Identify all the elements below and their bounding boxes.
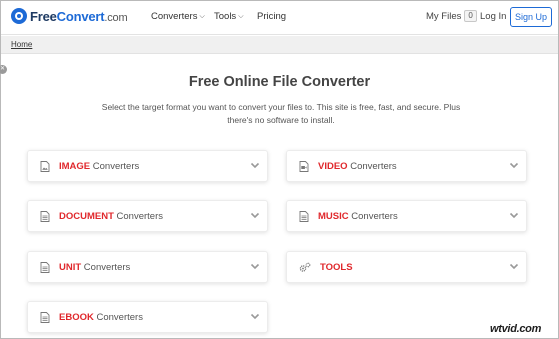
document-converters-card[interactable]: DOCUMENT Converters — [27, 200, 268, 232]
nav-converters-label: Converters — [151, 11, 198, 22]
watermark: wtvid.com — [490, 323, 542, 335]
nav-pricing-label: Pricing — [257, 11, 287, 22]
chevron-down-icon — [509, 212, 519, 219]
chevron-down-icon — [250, 263, 260, 270]
document-file-icon — [40, 211, 50, 222]
card-label: IMAGE Converters — [59, 161, 140, 172]
logo-text: FreeConvert.com — [30, 8, 128, 24]
my-files-count-badge: 0 — [464, 10, 477, 22]
logo-icon — [11, 8, 27, 24]
card-label: VIDEO Converters — [318, 161, 397, 172]
nav-converters[interactable]: Converters ⌵ — [151, 11, 205, 22]
close-icon[interactable]: ✕ — [0, 65, 7, 74]
unit-converters-card[interactable]: UNIT Converters — [27, 251, 268, 283]
chevron-down-icon — [250, 313, 260, 320]
music-converters-card[interactable]: MUSIC Converters — [286, 200, 527, 232]
card-label: EBOOK Converters — [59, 312, 143, 323]
image-file-icon — [40, 161, 50, 172]
card-label: MUSIC Converters — [318, 211, 398, 222]
chevron-down-icon — [509, 162, 519, 169]
image-converters-card[interactable]: IMAGE Converters — [27, 150, 268, 182]
breadcrumb: Home — [1, 36, 558, 54]
signup-button[interactable]: Sign Up — [510, 7, 552, 27]
tools-card[interactable]: TOOLS — [286, 251, 527, 283]
chevron-down-icon — [509, 263, 519, 270]
ebook-file-icon — [40, 312, 50, 323]
my-files-label: My Files — [426, 10, 462, 22]
top-header: FreeConvert.com Converters ⌵ Tools ⌵ Prici… — [1, 1, 558, 35]
my-files-link[interactable]: My Files 0 — [426, 10, 477, 22]
page-subtitle: Select the target format you want to con… — [101, 102, 461, 125]
unit-file-icon — [40, 262, 50, 273]
chevron-down-icon: ⌵ — [238, 12, 244, 20]
chevron-down-icon: ⌵ — [199, 12, 205, 20]
gears-icon — [299, 262, 311, 272]
card-label: DOCUMENT Converters — [59, 211, 163, 222]
video-file-icon — [299, 161, 309, 172]
nav-tools[interactable]: Tools ⌵ — [214, 11, 244, 22]
chevron-down-icon — [250, 212, 260, 219]
login-link[interactable]: Log In — [480, 11, 506, 22]
card-label: UNIT Converters — [59, 262, 131, 273]
video-converters-card[interactable]: VIDEO Converters — [286, 150, 527, 182]
freeconvert-logo[interactable]: FreeConvert.com — [11, 8, 128, 24]
ebook-converters-card[interactable]: EBOOK Converters — [27, 301, 268, 333]
card-label: TOOLS — [320, 262, 353, 273]
breadcrumb-home-link[interactable]: Home — [11, 40, 32, 49]
chevron-down-icon — [250, 162, 260, 169]
nav-tools-label: Tools — [214, 11, 237, 22]
page-title: Free Online File Converter — [188, 74, 371, 90]
music-file-icon — [299, 211, 309, 222]
nav-pricing[interactable]: Pricing — [257, 11, 286, 22]
